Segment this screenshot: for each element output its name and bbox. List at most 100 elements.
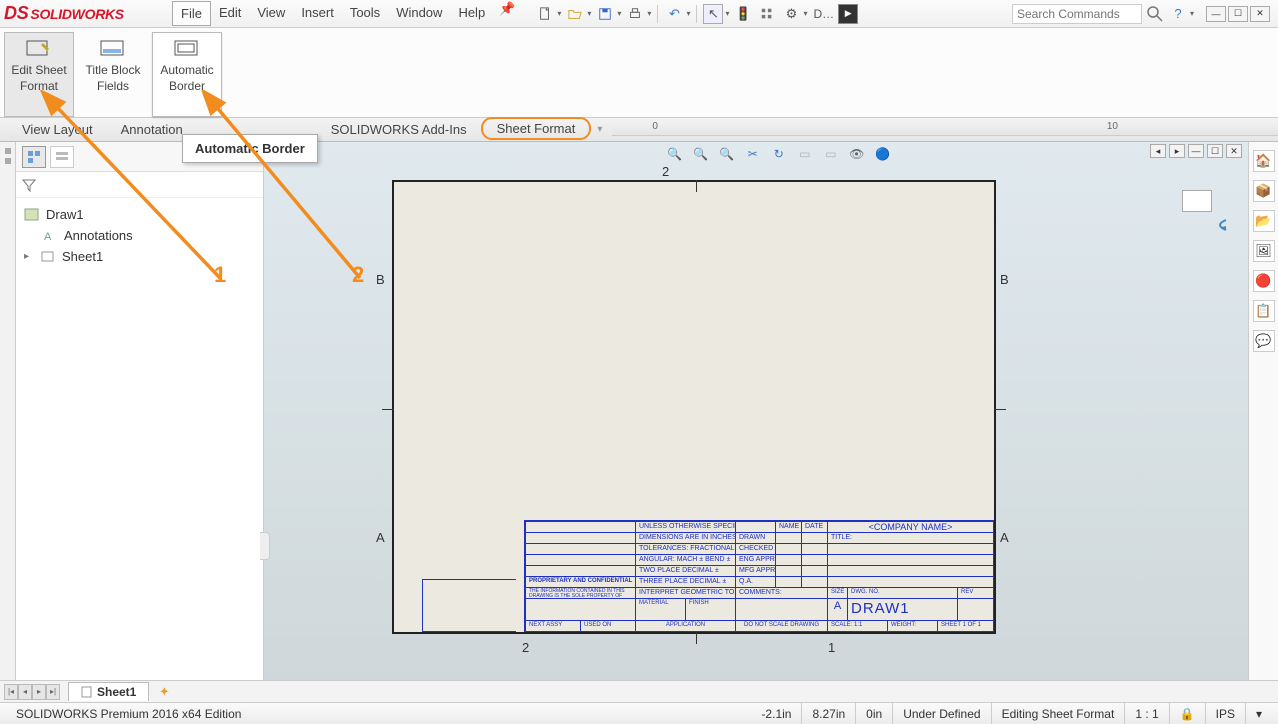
- filter-icon[interactable]: [22, 178, 36, 192]
- drawing-canvas[interactable]: 🔍 🔍 🔍 ✂ ↻ ▭ ▭ 👁 🔵 ◂ ▸ — ☐ ✕ 2 B B A A 2 …: [264, 142, 1248, 680]
- undo-dropdown[interactable]: ▾: [686, 9, 690, 18]
- status-units[interactable]: IPS: [1206, 703, 1246, 724]
- menu-insert[interactable]: Insert: [293, 1, 342, 26]
- sheet-tab-icon: [81, 686, 93, 698]
- design-library-button[interactable]: 📦: [1253, 180, 1275, 202]
- status-coord-x: -2.1in: [751, 703, 802, 724]
- select-button[interactable]: ↖: [703, 4, 723, 24]
- tab-overflow-icon[interactable]: ▾: [597, 124, 602, 135]
- add-sheet-button[interactable]: ✦: [155, 684, 173, 700]
- doc-minimize-button[interactable]: —: [1188, 144, 1204, 158]
- appearances-button[interactable]: 🔴: [1253, 270, 1275, 292]
- search-icon[interactable]: [1146, 5, 1164, 23]
- title-block[interactable]: UNLESS OTHERWISE SPECIFIED: NAME DATE <C…: [524, 520, 994, 632]
- rotate-view-icon[interactable]: ↻: [769, 144, 789, 164]
- zoom-fit-icon[interactable]: 🔍: [665, 144, 685, 164]
- status-mode: Editing Sheet Format: [992, 703, 1126, 724]
- status-scale[interactable]: 1 : 1: [1125, 703, 1169, 724]
- custom-props-button[interactable]: 📋: [1253, 300, 1275, 322]
- wizard-button[interactable]: ▶: [838, 4, 858, 24]
- tab-sketch[interactable]: [197, 127, 317, 133]
- help-dropdown[interactable]: ▾: [1190, 9, 1194, 18]
- help-button[interactable]: ?: [1168, 4, 1188, 24]
- tab-nav-last[interactable]: ▸|: [46, 684, 60, 700]
- mini-map[interactable]: [1182, 190, 1212, 212]
- maximize-button[interactable]: ☐: [1228, 6, 1248, 22]
- drawing-icon: [24, 208, 40, 222]
- new-doc-button[interactable]: [535, 4, 555, 24]
- menu-tools[interactable]: Tools: [342, 1, 388, 26]
- tab-nav-first[interactable]: |◂: [4, 684, 18, 700]
- tab-view-layout[interactable]: View Layout: [8, 119, 107, 140]
- title-block-fields-icon: [99, 39, 127, 59]
- apply-scene-icon[interactable]: 🔵: [873, 144, 893, 164]
- back-arrow-icon[interactable]: [1212, 218, 1232, 232]
- title-block-fields-label: Title Block Fields: [83, 63, 143, 94]
- doc-restore-button[interactable]: ☐: [1207, 144, 1223, 158]
- options-grid-button[interactable]: [757, 4, 777, 24]
- options-gear-button[interactable]: ⚙: [781, 4, 801, 24]
- zone-col-2-top: 2: [662, 164, 669, 179]
- minimize-button[interactable]: —: [1206, 6, 1226, 22]
- tree-root-draw1[interactable]: Draw1: [22, 204, 257, 225]
- automatic-border-tooltip: Automatic Border: [182, 134, 318, 163]
- open-doc-button[interactable]: [565, 4, 585, 24]
- sheet-tab-sheet1[interactable]: Sheet1: [68, 682, 149, 701]
- property-manager-tab-button[interactable]: [50, 146, 74, 168]
- undo-button[interactable]: ↶: [664, 4, 684, 24]
- save-button[interactable]: [595, 4, 615, 24]
- menu-help[interactable]: Help: [450, 1, 493, 26]
- close-button[interactable]: ✕: [1250, 6, 1270, 22]
- doc-next-button[interactable]: ▸: [1169, 144, 1185, 158]
- automatic-border-label: Automatic Border: [157, 63, 217, 94]
- view-palette-button[interactable]: 🖼: [1253, 240, 1275, 262]
- callout-2: 2: [352, 262, 364, 288]
- menu-file[interactable]: File: [172, 1, 211, 26]
- tab-sheet-format[interactable]: Sheet Format: [481, 117, 592, 140]
- feature-tree-tab-button[interactable]: [22, 146, 46, 168]
- expand-icon[interactable]: ▸: [24, 251, 34, 262]
- menu-edit[interactable]: Edit: [211, 1, 249, 26]
- save-dropdown[interactable]: ▾: [617, 9, 621, 18]
- hide-show-icon[interactable]: ▭: [821, 144, 841, 164]
- view-orientation-icon[interactable]: 👁: [847, 144, 867, 164]
- new-doc-dropdown[interactable]: ▾: [557, 9, 561, 18]
- tree-annotations[interactable]: A Annotations: [22, 225, 257, 246]
- print-dropdown[interactable]: ▾: [647, 9, 651, 18]
- left-collapse-strip[interactable]: [0, 142, 16, 680]
- forum-button[interactable]: 💬: [1253, 330, 1275, 352]
- rebuild-button[interactable]: 🚦: [733, 4, 753, 24]
- automatic-border-button[interactable]: Automatic Border: [152, 32, 222, 117]
- menu-window[interactable]: Window: [388, 1, 450, 26]
- status-lock-icon[interactable]: 🔒: [1170, 703, 1206, 724]
- pin-icon[interactable]: 📌: [499, 1, 515, 26]
- proprietary-note-box: [422, 579, 516, 632]
- section-view-icon[interactable]: ✂: [743, 144, 763, 164]
- app-logo: DS SOLIDWORKS: [4, 2, 164, 26]
- options-dropdown[interactable]: ▾: [803, 9, 807, 18]
- edit-sheet-format-label: Edit Sheet Format: [9, 63, 69, 94]
- tab-nav-prev[interactable]: ◂: [18, 684, 32, 700]
- drawing-sheet[interactable]: UNLESS OTHERWISE SPECIFIED: NAME DATE <C…: [392, 180, 996, 634]
- search-commands-input[interactable]: [1012, 4, 1142, 24]
- tab-nav-next[interactable]: ▸: [32, 684, 46, 700]
- doc-prev-button[interactable]: ◂: [1150, 144, 1166, 158]
- zoom-area-icon[interactable]: 🔍: [691, 144, 711, 164]
- menu-view[interactable]: View: [249, 1, 293, 26]
- panel-resize-grip[interactable]: [260, 532, 270, 560]
- select-dropdown[interactable]: ▾: [725, 9, 729, 18]
- print-button[interactable]: [625, 4, 645, 24]
- task-pane-strip: 🏠 📦 📂 🖼 🔴 📋 💬: [1248, 142, 1278, 680]
- zone-row-a-right: A: [1000, 530, 1009, 545]
- status-overflow[interactable]: ▾: [1246, 703, 1272, 724]
- doc-close-button[interactable]: ✕: [1226, 144, 1242, 158]
- display-style-icon[interactable]: ▭: [795, 144, 815, 164]
- file-explorer-button[interactable]: 📂: [1253, 210, 1275, 232]
- title-block-fields-button[interactable]: Title Block Fields: [78, 32, 148, 117]
- edit-sheet-format-button[interactable]: Edit Sheet Format: [4, 32, 74, 117]
- open-doc-dropdown[interactable]: ▾: [587, 9, 591, 18]
- zoom-prev-icon[interactable]: 🔍: [717, 144, 737, 164]
- home-task-button[interactable]: 🏠: [1253, 150, 1275, 172]
- toolbar-overflow-label[interactable]: D…: [813, 7, 834, 21]
- tab-solidworks-addins[interactable]: SOLIDWORKS Add-Ins: [317, 119, 481, 140]
